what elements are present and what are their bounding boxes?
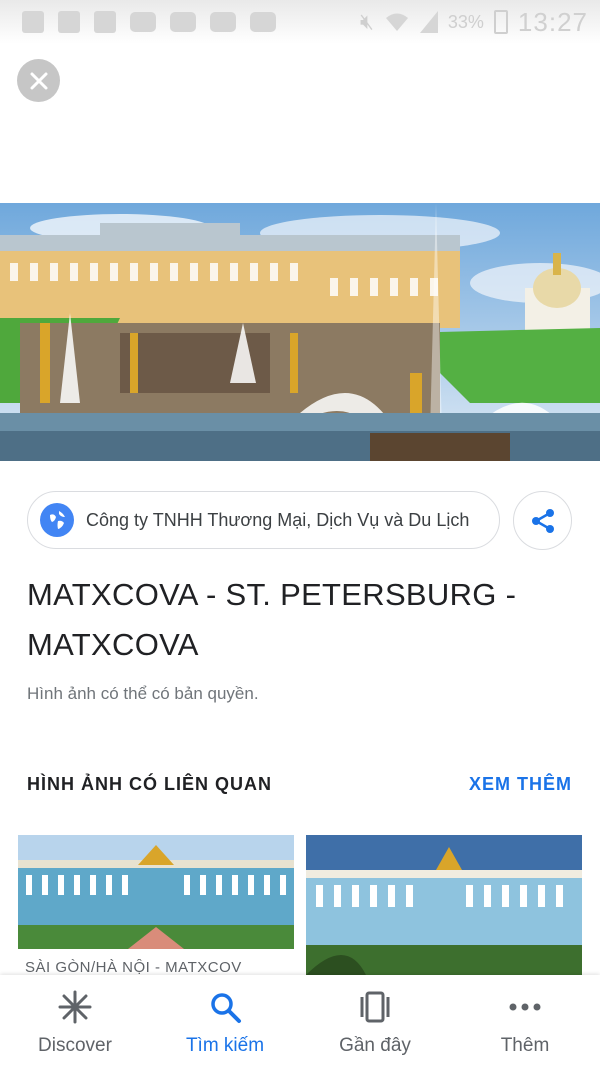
notification-icon <box>22 11 44 33</box>
close-button[interactable] <box>17 59 60 102</box>
nav-label: Tìm kiếm <box>185 1035 265 1056</box>
more-dots-icon <box>505 989 545 1025</box>
youtube-icon <box>250 12 276 32</box>
status-bar: 🔇︎ 33% 13:27 <box>0 0 600 44</box>
battery-icon <box>493 10 508 34</box>
palace-fountains-image <box>0 203 600 461</box>
related-image-caption: SÀI GÒN/HÀ NỘI - MATXCOV <box>25 959 242 976</box>
nav-discover[interactable]: Discover <box>0 975 150 1067</box>
catherine-palace-image <box>306 835 582 975</box>
related-image-thumbnail[interactable] <box>306 835 582 975</box>
notification-icon <box>58 11 80 33</box>
bottom-navigation: Discover Tìm kiếm Gần đây Thêm <box>0 975 600 1067</box>
share-button[interactable] <box>513 491 572 550</box>
youtube-icon <box>130 12 156 32</box>
copyright-notice: Hình ảnh có thể có bản quyền. <box>27 684 259 703</box>
see-more-link[interactable]: XEM THÊM <box>469 774 572 795</box>
nav-label: Thêm <box>500 1035 550 1056</box>
nav-search[interactable]: Tìm kiếm <box>150 975 300 1067</box>
youtube-icon <box>210 12 236 32</box>
nav-more[interactable]: Thêm <box>450 975 600 1067</box>
notification-icons <box>22 11 276 33</box>
nav-recent[interactable]: Gần đây <box>300 975 450 1067</box>
related-image-thumbnail[interactable] <box>18 835 294 949</box>
related-images-header: HÌNH ẢNH CÓ LIÊN QUAN <box>27 774 272 794</box>
battery-percent: 33% <box>447 11 484 32</box>
share-icon <box>531 508 554 533</box>
nav-label: Gần đây <box>339 1035 411 1056</box>
asterisk-icon <box>55 989 95 1025</box>
catherine-palace-image <box>18 835 294 949</box>
nav-label: Discover <box>38 1035 112 1056</box>
youtube-icon <box>170 12 196 32</box>
search-icon <box>205 989 245 1025</box>
signal-icon <box>419 11 438 33</box>
recent-cards-icon <box>355 989 395 1025</box>
clock: 13:27 <box>517 6 588 37</box>
source-name: Công ty TNHH Thương Mại, Dịch Vụ và Du L… <box>86 509 470 530</box>
image-title: MATXCOVA - ST. PETERSBURG - MATXCOVA <box>27 577 517 662</box>
wifi-icon <box>385 13 408 31</box>
source-link[interactable]: Công ty TNHH Thương Mại, Dịch Vụ và Du L… <box>27 491 500 549</box>
globe-icon <box>40 503 74 537</box>
notification-icon <box>94 11 116 33</box>
close-icon <box>30 72 47 89</box>
mute-icon: 🔇︎ <box>360 9 374 34</box>
main-image[interactable] <box>0 203 600 461</box>
